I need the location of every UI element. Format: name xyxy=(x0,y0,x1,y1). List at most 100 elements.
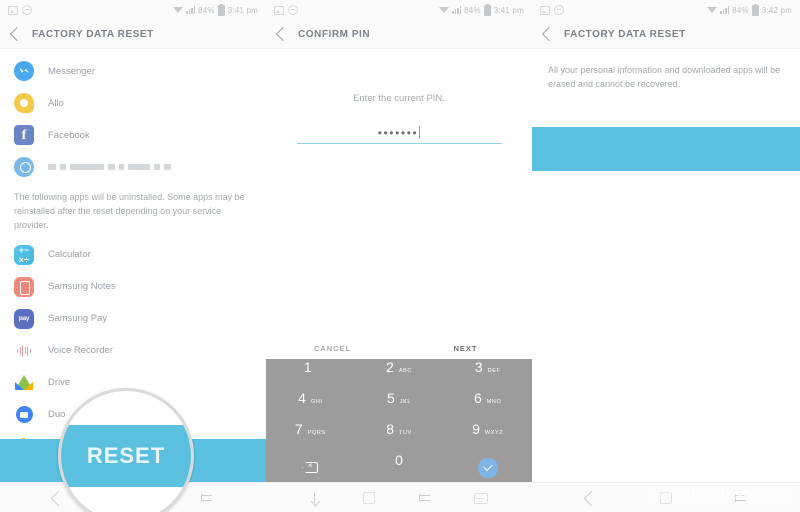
clock: 3:42 pm xyxy=(761,5,792,15)
do-not-disturb-icon xyxy=(22,5,32,15)
panel3-content: All your personal information and downlo… xyxy=(532,49,800,512)
signal-icon xyxy=(186,6,196,14)
panel2-content: Enter the current PIN. ••••••• CANCEL NE… xyxy=(266,49,532,512)
list-item-label: Samsung Notes xyxy=(48,281,116,293)
status-bar: 84% 3:41 pm xyxy=(0,0,266,20)
keyboard-area: CANCEL NEXT 1 2 ABC 3 DEF 4 GHI 5 JKL 6 … xyxy=(266,337,532,483)
app-bar: FACTORY DATA RESET xyxy=(0,20,266,49)
list-item[interactable]: Voice Recorder xyxy=(0,335,266,367)
status-bar-left-icons xyxy=(540,5,564,15)
status-bar: 84% 3:42 pm xyxy=(532,0,800,20)
home-icon[interactable] xyxy=(659,492,672,504)
wifi-icon xyxy=(707,7,718,13)
screenshot-icon xyxy=(274,5,284,15)
status-bar-right-icons: 84% 3:41 pm xyxy=(173,3,258,16)
next-button[interactable]: NEXT xyxy=(399,344,532,353)
recents-icon[interactable] xyxy=(200,493,213,503)
key-9[interactable]: 9 WXYZ xyxy=(443,421,532,452)
key-letters: PQRS xyxy=(307,430,326,436)
back-chevron-icon[interactable] xyxy=(275,26,291,42)
warning-text: All your personal information and downlo… xyxy=(548,65,781,90)
battery-icon xyxy=(751,3,759,16)
hide-keyboard-icon[interactable] xyxy=(310,493,320,503)
back-icon[interactable] xyxy=(50,490,67,506)
redacted-account-label xyxy=(48,164,171,170)
delete-all-button[interactable]: DELETE ALL xyxy=(532,127,800,171)
key-number: 8 xyxy=(386,421,394,437)
list-item[interactable]: +− ×÷ Calculator xyxy=(0,239,266,271)
status-bar-left-icons xyxy=(274,5,298,15)
page-title: FACTORY DATA RESET xyxy=(564,28,686,40)
google-duo-icon xyxy=(14,404,34,425)
numeric-keypad: 1 2 ABC 3 DEF 4 GHI 5 JKL 6 MNO 7 PQRS 8… xyxy=(266,359,532,483)
battery-icon xyxy=(483,3,491,16)
key-4[interactable]: 4 GHI xyxy=(266,390,355,421)
system-nav-bar xyxy=(532,482,800,512)
messenger-icon xyxy=(14,61,34,81)
list-item-label: Drive xyxy=(48,377,71,389)
list-item[interactable] xyxy=(0,151,266,183)
wifi-icon xyxy=(439,7,450,13)
cancel-button[interactable]: CANCEL xyxy=(266,344,399,353)
key-number: 5 xyxy=(386,390,395,406)
check-icon xyxy=(477,457,498,478)
facebook-icon: f xyxy=(14,125,34,145)
battery-percent: 84% xyxy=(464,5,481,15)
list-item-label: Samsung Pay xyxy=(48,313,108,325)
back-icon[interactable] xyxy=(583,490,599,506)
screenshot-icon xyxy=(540,5,550,15)
accounts-list: Messenger Allo f Facebook xyxy=(0,49,266,183)
list-item-label: Allo xyxy=(48,97,64,109)
screenshot-icon xyxy=(8,5,18,15)
recents-icon[interactable] xyxy=(418,493,431,503)
list-item-label: Voice Recorder xyxy=(48,345,113,357)
account-icon xyxy=(14,157,34,177)
key-number: 1 xyxy=(303,359,312,375)
battery-icon xyxy=(217,3,225,16)
list-item[interactable]: Samsung Notes xyxy=(0,271,266,303)
key-letters: GHI xyxy=(310,399,323,405)
key-letters: DEF xyxy=(487,368,501,374)
list-item-label: Messenger xyxy=(48,65,95,77)
key-6[interactable]: 6 MNO xyxy=(443,390,532,421)
do-not-disturb-icon xyxy=(288,5,298,15)
magnifier-callout-reset: RESET xyxy=(58,388,194,512)
pin-prompt: Enter the current PIN. xyxy=(353,93,445,104)
keyboard-icon[interactable] xyxy=(474,492,489,504)
key-2[interactable]: 2 ABC xyxy=(355,359,444,390)
backspace-icon xyxy=(302,462,319,473)
key-confirm[interactable] xyxy=(443,452,532,483)
back-chevron-icon[interactable] xyxy=(541,26,557,42)
key-backspace[interactable] xyxy=(266,452,355,483)
pin-input[interactable]: ••••••• xyxy=(296,126,502,144)
list-item[interactable]: pay Samsung Pay xyxy=(0,303,266,335)
key-number: 3 xyxy=(474,359,483,375)
key-number: 7 xyxy=(294,421,303,437)
app-bar: CONFIRM PIN xyxy=(266,20,532,49)
back-chevron-icon[interactable] xyxy=(9,26,25,42)
key-0[interactable]: 0 xyxy=(355,452,444,483)
list-item-label: Facebook xyxy=(48,129,90,141)
key-letters: WXYZ xyxy=(484,430,504,436)
list-item[interactable]: Messenger xyxy=(0,55,266,87)
key-number: 4 xyxy=(298,390,306,406)
do-not-disturb-icon xyxy=(554,5,564,15)
google-drive-icon xyxy=(14,372,34,393)
status-bar-left-icons xyxy=(8,5,32,15)
system-nav-bar xyxy=(266,482,532,512)
list-item[interactable]: f Facebook xyxy=(0,119,266,151)
key-1[interactable]: 1 xyxy=(266,359,355,390)
key-3[interactable]: 3 DEF xyxy=(443,359,532,390)
list-item[interactable]: Allo xyxy=(0,87,266,119)
recents-icon[interactable] xyxy=(734,493,747,503)
key-7[interactable]: 7 PQRS xyxy=(266,421,355,452)
status-bar-right-icons: 84% 3:41 pm xyxy=(439,3,524,16)
signal-icon xyxy=(720,6,730,14)
key-letters: TUV xyxy=(398,430,412,436)
page-title: FACTORY DATA RESET xyxy=(32,28,154,40)
key-number: 9 xyxy=(472,421,480,437)
key-5[interactable]: 5 JKL xyxy=(355,390,444,421)
home-icon[interactable] xyxy=(363,492,376,504)
screenshot-triptych: 84% 3:41 pm FACTORY DATA RESET Messenger… xyxy=(0,0,800,512)
key-8[interactable]: 8 TUV xyxy=(355,421,444,452)
